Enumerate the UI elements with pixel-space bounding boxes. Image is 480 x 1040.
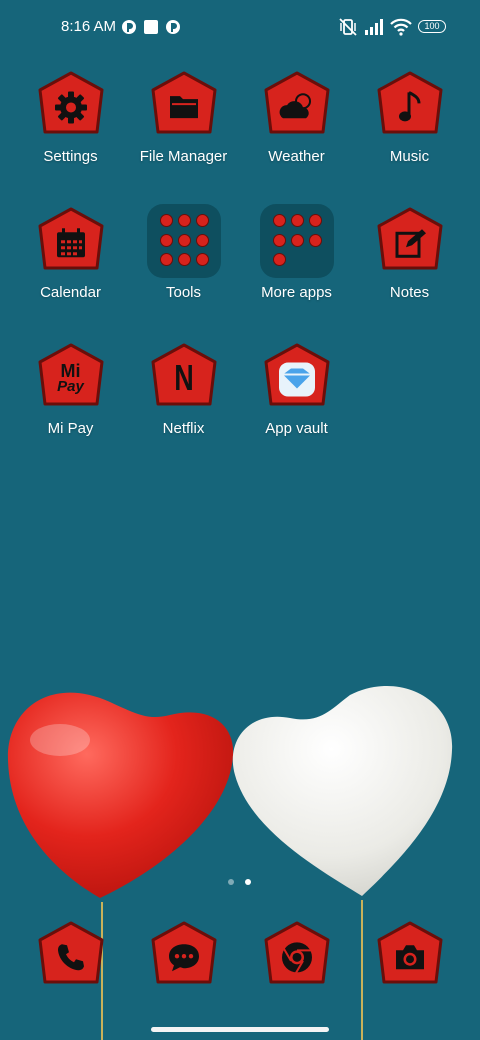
settings-app-icon: [36, 70, 106, 142]
dock-camera[interactable]: [353, 920, 466, 992]
folder-more-apps[interactable]: More apps: [240, 204, 353, 302]
weather-app-icon: [262, 70, 332, 142]
music-app-icon: [375, 70, 445, 142]
white-heart-balloon: [232, 686, 453, 896]
app-file-manager[interactable]: File Manager: [127, 70, 240, 166]
folder-group-icon: [259, 204, 334, 278]
battery-icon: 100: [418, 20, 446, 33]
folder-tools[interactable]: Tools: [127, 204, 240, 302]
gear-icon: [54, 91, 87, 124]
app-music[interactable]: Music: [353, 70, 466, 166]
square-notification-icon: [144, 20, 158, 34]
camera-app-icon: [375, 920, 445, 992]
app-settings[interactable]: Settings: [14, 70, 127, 166]
app-label: App vault: [265, 420, 328, 437]
folder-icon: [169, 96, 198, 119]
phone-icon: [57, 944, 84, 971]
file-manager-app-icon: [149, 70, 219, 142]
music-note-icon: [398, 91, 420, 122]
vibrate-off-icon: [339, 18, 357, 36]
app-vault-icon: [278, 362, 315, 397]
home-gesture-bar[interactable]: [151, 1027, 329, 1032]
notes-app-icon: [375, 206, 445, 278]
status-bar: 8:16 AM 100: [0, 0, 480, 56]
app-label: Settings: [43, 148, 98, 165]
notes-edit-icon: [395, 229, 426, 258]
chrome-icon: [281, 942, 312, 974]
mi-pay-app-icon: Mi Pay: [36, 342, 106, 414]
chrome-app-icon: [262, 920, 332, 992]
app-label: Tools: [165, 284, 202, 301]
wifi-icon: [390, 18, 412, 36]
red-heart-balloon: [7, 692, 234, 898]
app-label: Notes: [389, 284, 430, 301]
messages-app-icon: [149, 920, 219, 992]
camera-icon: [395, 945, 424, 970]
app-label: File Manager: [139, 148, 228, 165]
app-netflix[interactable]: N Netflix: [127, 342, 240, 438]
phone-app-icon: [36, 920, 106, 992]
dock-messages[interactable]: [127, 920, 240, 992]
messages-icon: [168, 944, 199, 972]
page-dot-active: [245, 879, 251, 885]
app-label: More apps: [261, 284, 332, 301]
mi-pay-icon: Mi Pay: [57, 361, 84, 396]
battery-level: 100: [424, 21, 440, 31]
dock-phone[interactable]: [14, 920, 127, 992]
status-time: 8:16 AM: [61, 18, 117, 35]
app-notes[interactable]: Notes: [353, 206, 466, 302]
notification-icon: [122, 20, 136, 34]
page-dot: [228, 879, 234, 885]
calendar-icon: [56, 228, 85, 258]
signal-icon: [365, 19, 383, 35]
dock-chrome[interactable]: [240, 920, 353, 992]
app-label: Weather: [268, 148, 325, 165]
app-label: Calendar: [40, 284, 101, 301]
app-weather[interactable]: Weather: [240, 70, 353, 166]
app-mi-pay[interactable]: Mi Pay Mi Pay: [14, 342, 127, 438]
netflix-app-icon: N: [149, 342, 219, 414]
weather-icon: [279, 93, 311, 119]
app-label: Music: [389, 148, 430, 165]
app-vault-app-icon: [262, 342, 332, 414]
notification-icon: [166, 20, 180, 34]
app-calendar[interactable]: Calendar: [14, 206, 127, 302]
app-app-vault[interactable]: App vault: [240, 342, 353, 438]
calendar-app-icon: [36, 206, 106, 278]
app-label: Netflix: [162, 420, 205, 437]
app-label: Mi Pay: [47, 420, 94, 437]
folder-group-icon: [146, 204, 221, 278]
netflix-icon: N: [173, 357, 194, 398]
